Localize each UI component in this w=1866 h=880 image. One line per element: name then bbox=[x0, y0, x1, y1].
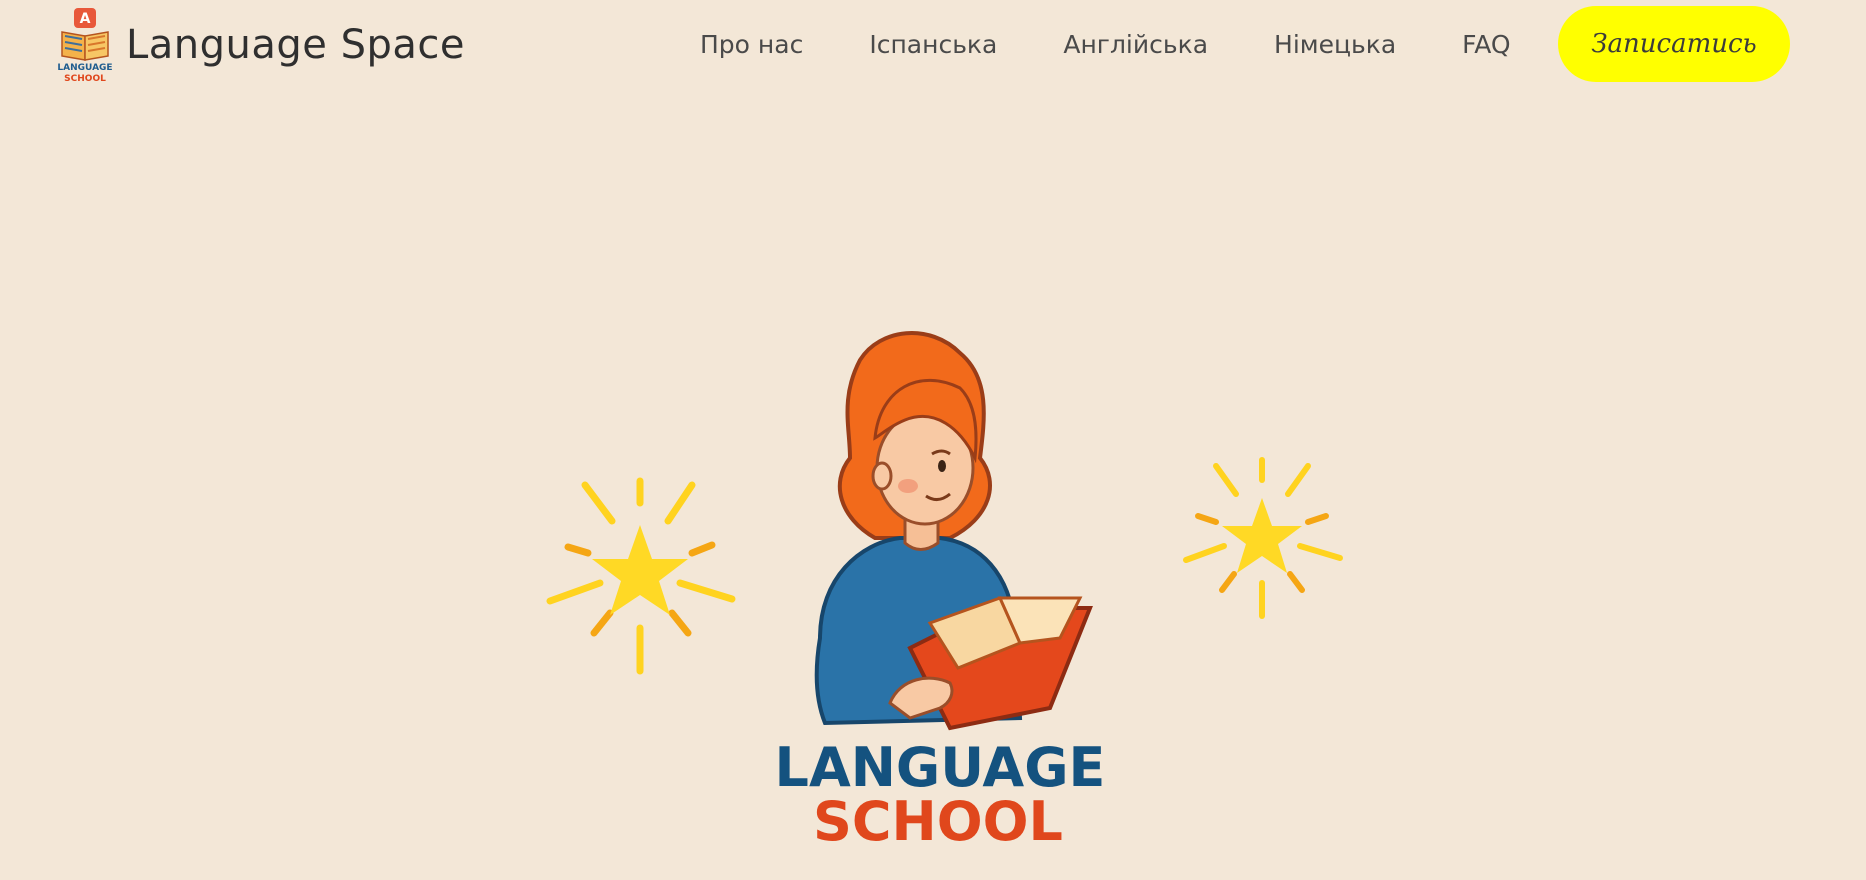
nav-link-spanish[interactable]: Іспанська bbox=[869, 30, 997, 59]
nav-link-german[interactable]: Німецька bbox=[1274, 30, 1396, 59]
hero-section: LANGUAGE SCHOOL bbox=[0, 88, 1866, 880]
nav-link-english[interactable]: Англійська bbox=[1063, 30, 1208, 59]
brand-home-link[interactable]: A LANGUAGE SCHOOL Language Space bbox=[58, 6, 465, 84]
signup-button[interactable]: Записатись bbox=[1558, 6, 1790, 82]
brand-name: Language Space bbox=[126, 22, 466, 68]
sparkle-star-icon-left bbox=[546, 477, 736, 675]
sparkle-star-icon-right bbox=[1183, 457, 1343, 619]
main-nav: Про нас Іспанська Англійська Німецька FA… bbox=[700, 0, 1537, 88]
logo-text-language: LANGUAGE bbox=[58, 63, 112, 73]
hero-illustration: LANGUAGE SCHOOL bbox=[546, 331, 1343, 848]
hero-title-school: SCHOOL bbox=[813, 790, 1063, 848]
nav-link-faq[interactable]: FAQ bbox=[1462, 30, 1510, 59]
logo-letter: A bbox=[80, 11, 91, 27]
nav-link-about[interactable]: Про нас bbox=[700, 30, 803, 59]
open-book-logo-icon: A LANGUAGE SCHOOL bbox=[58, 8, 112, 84]
site-header: A LANGUAGE SCHOOL Language Space Про нас… bbox=[0, 0, 1866, 88]
logo-text-school: SCHOOL bbox=[64, 74, 106, 84]
girl-reading-book-illustration bbox=[814, 331, 1093, 731]
